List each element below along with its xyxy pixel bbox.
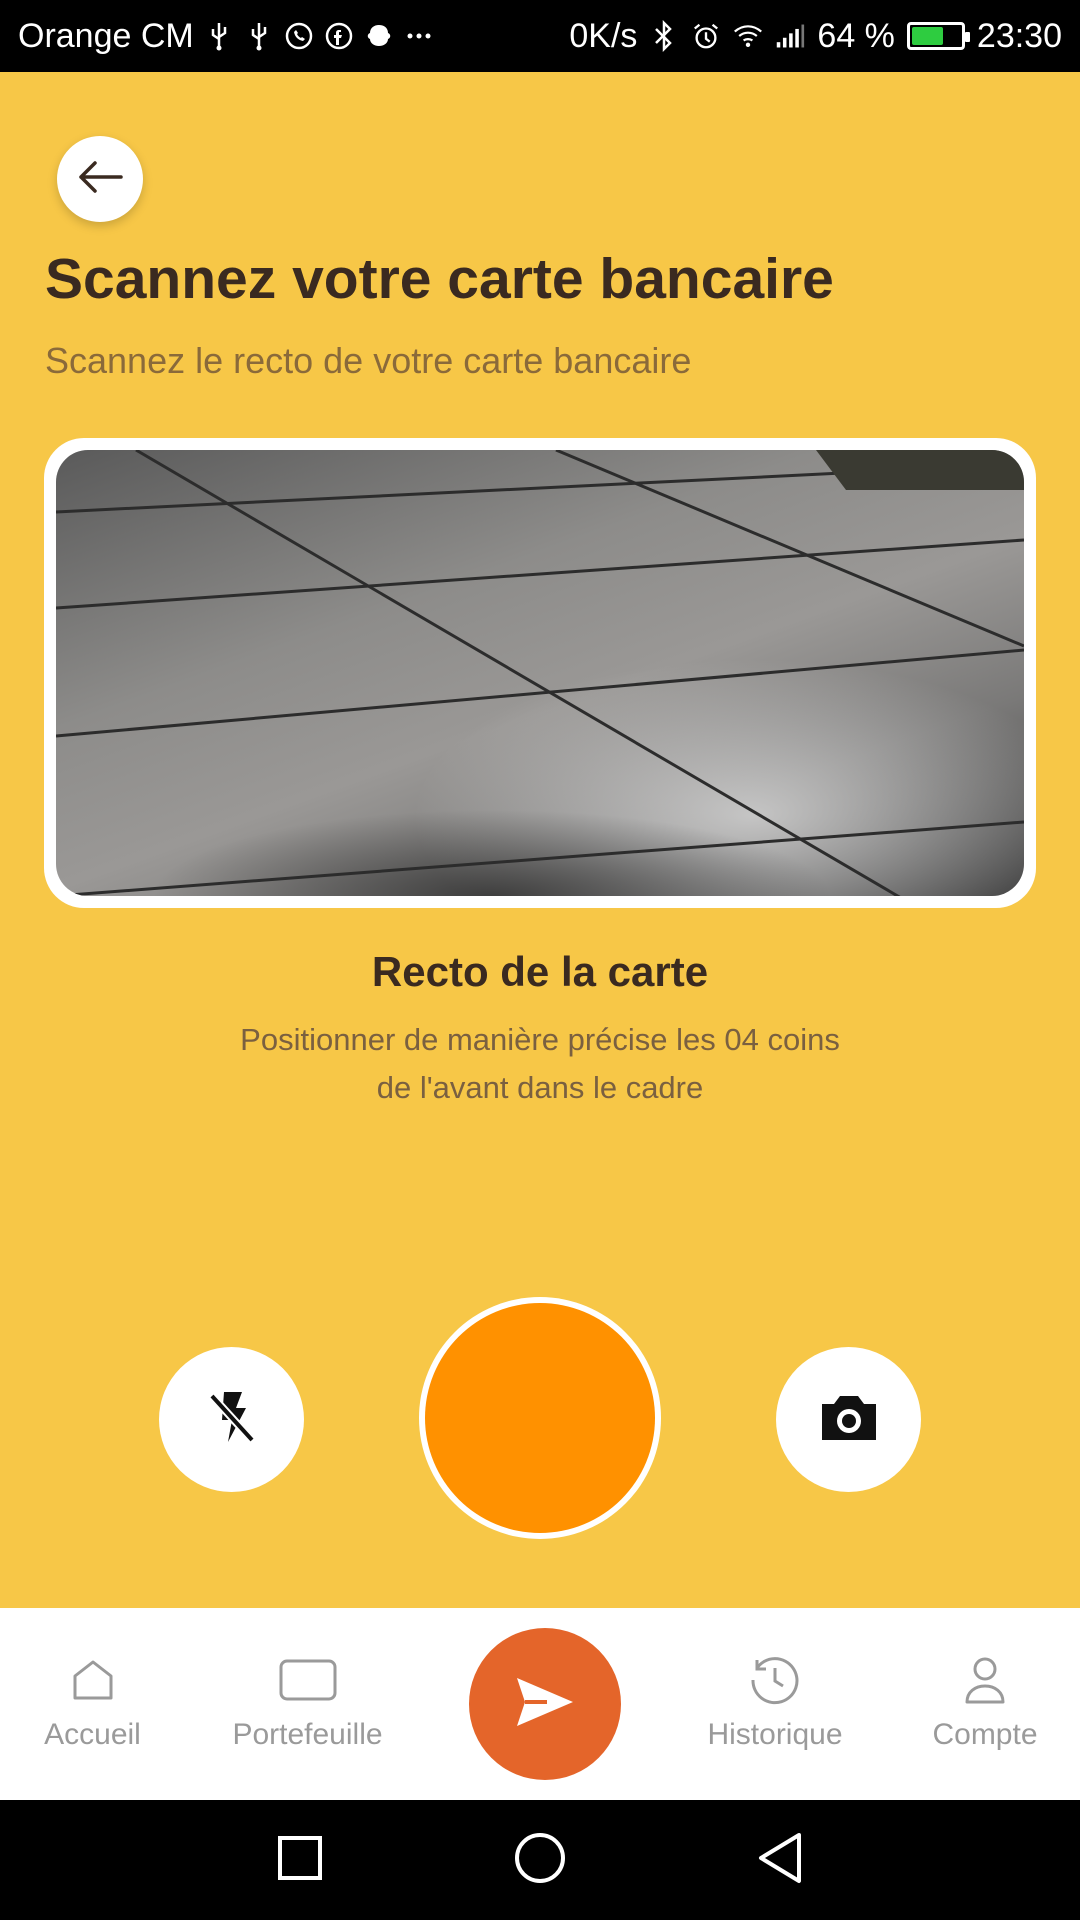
square-icon <box>276 1834 324 1887</box>
camera-preview[interactable] <box>56 450 1024 896</box>
more-icon <box>404 21 434 51</box>
shutter-button[interactable] <box>419 1297 661 1539</box>
send-icon <box>513 1674 577 1735</box>
scan-label: Recto de la carte <box>371 948 709 995</box>
wifi-icon <box>733 21 763 51</box>
battery-percent: 64 % <box>817 16 895 55</box>
alarm-icon <box>691 21 721 51</box>
nav-label: Accueil <box>44 1718 141 1751</box>
wallet-icon <box>278 1652 338 1708</box>
usb-icon <box>204 21 234 51</box>
send-money-button[interactable] <box>469 1628 621 1780</box>
nav-item-home[interactable]: Accueil <box>20 1608 165 1800</box>
net-speed: 0K/s <box>569 16 638 55</box>
home-icon <box>69 1652 117 1708</box>
page-title: Scannez votre carte bancaire <box>45 247 834 311</box>
system-nav-bar <box>0 1800 1080 1920</box>
app-icon <box>364 21 394 51</box>
usb-icon <box>244 21 274 51</box>
nav-item-wallet[interactable]: Portefeuille <box>205 1608 410 1800</box>
flash-off-icon <box>204 1386 260 1453</box>
recent-apps-button[interactable] <box>268 1828 332 1892</box>
scan-hint: Positionner de manière précise les 04 co… <box>240 1022 840 1105</box>
user-icon <box>961 1652 1009 1708</box>
facebook-icon <box>324 21 354 51</box>
nav-item-history[interactable]: Historique <box>690 1608 860 1800</box>
whatsapp-icon <box>284 21 314 51</box>
back-button[interactable] <box>57 136 143 222</box>
shutter-inner <box>425 1303 655 1533</box>
switch-camera-button[interactable] <box>776 1347 921 1492</box>
back-nav-button[interactable] <box>748 1828 812 1892</box>
status-bar: Orange CM 0K/s 64 % 23:30 <box>0 0 1080 72</box>
nav-label: Historique <box>707 1718 843 1751</box>
signal-icon <box>775 21 805 51</box>
home-button[interactable] <box>508 1828 572 1892</box>
carrier-name: Orange CM <box>18 16 194 55</box>
camera-icon <box>818 1390 880 1449</box>
clock: 23:30 <box>976 16 1062 55</box>
battery-icon <box>906 22 970 50</box>
page-subtitle: Scannez le recto de votre carte bancaire <box>45 340 692 381</box>
arrow-left-icon <box>75 157 125 202</box>
nav-label: Portefeuille <box>232 1718 383 1751</box>
history-icon <box>749 1652 801 1708</box>
camera-frame <box>44 438 1036 908</box>
nav-item-account[interactable]: Compte <box>910 1608 1060 1800</box>
triangle-back-icon <box>755 1831 805 1890</box>
flash-toggle-button[interactable] <box>159 1347 304 1492</box>
nav-label: Compte <box>932 1718 1038 1751</box>
bluetooth-icon <box>649 20 679 52</box>
circle-icon <box>513 1831 567 1890</box>
